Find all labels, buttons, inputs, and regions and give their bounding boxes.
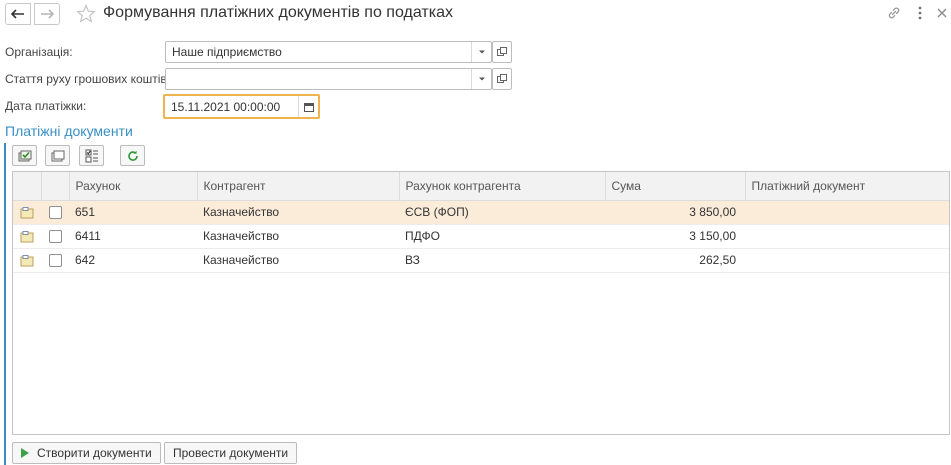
cash-flow-open-button[interactable]	[492, 68, 512, 90]
column-header-icon	[13, 172, 42, 201]
arrow-right-icon	[41, 9, 54, 19]
cell-counterparty: Казначейство	[197, 248, 399, 273]
arrow-left-icon	[11, 9, 24, 19]
table-row[interactable]: 651 Казначейство ЄСВ (ФОП) 3 850,00	[13, 200, 949, 225]
table-row[interactable]: 6411 Казначейство ПДФО 3 150,00	[13, 224, 949, 249]
document-icon	[20, 254, 34, 267]
chevron-down-icon	[478, 77, 485, 81]
document-icon	[20, 206, 34, 219]
refresh-button[interactable]	[120, 145, 145, 166]
open-form-icon	[497, 74, 507, 83]
cell-amount: 3 850,00	[605, 200, 745, 225]
more-actions-icon[interactable]	[917, 5, 923, 24]
row-checkbox[interactable]	[48, 206, 62, 220]
create-documents-button[interactable]: Створити документи	[12, 442, 161, 464]
row-icon-cell	[13, 200, 41, 225]
column-header-counterparty[interactable]: Контрагент	[197, 172, 400, 201]
organization-label: Організація:	[5, 45, 73, 59]
cash-flow-input[interactable]	[166, 69, 491, 89]
close-icon[interactable]	[936, 5, 948, 24]
cash-flow-label: Стаття руху грошових коштів:	[5, 72, 171, 86]
cash-flow-field[interactable]	[165, 68, 492, 90]
favorite-star-icon[interactable]	[75, 3, 97, 27]
post-documents-button[interactable]: Провести документи	[164, 442, 298, 464]
uncheck-all-icon	[51, 150, 64, 161]
document-icon	[20, 230, 34, 243]
column-header-check	[41, 172, 70, 201]
chevron-down-icon	[478, 50, 485, 54]
open-form-icon	[497, 47, 507, 56]
table-header-row: Рахунок Контрагент Рахунок контрагента С…	[13, 172, 949, 201]
row-checkbox-cell[interactable]	[41, 224, 69, 249]
create-documents-label: Створити документи	[37, 446, 152, 460]
cell-payment-doc	[745, 200, 949, 225]
cell-counterparty: Казначейство	[197, 200, 399, 225]
cell-counterparty: Казначейство	[197, 224, 399, 249]
check-all-icon	[18, 150, 31, 161]
row-icon-cell	[13, 248, 41, 273]
cell-amount: 3 150,00	[605, 224, 745, 249]
row-checkbox-cell[interactable]	[41, 248, 69, 273]
cell-account: 642	[69, 248, 197, 273]
back-button[interactable]	[5, 3, 31, 25]
column-header-counterparty-account[interactable]: Рахунок контрагента	[399, 172, 606, 201]
cash-flow-dropdown-button[interactable]	[471, 69, 491, 89]
calendar-button[interactable]	[298, 96, 318, 117]
window-title: Формування платіжних документів по подат…	[103, 4, 453, 21]
payment-documents-table[interactable]: Рахунок Контрагент Рахунок контрагента С…	[12, 171, 950, 435]
row-checkbox[interactable]	[48, 254, 62, 268]
cell-account: 6411	[69, 224, 197, 249]
table-row[interactable]: 642 Казначейство ВЗ 262,50	[13, 248, 949, 273]
cell-account: 651	[69, 200, 197, 225]
payment-date-input[interactable]	[165, 96, 318, 117]
cell-payment-doc	[745, 248, 949, 273]
column-header-account[interactable]: Рахунок	[69, 172, 198, 201]
organization-dropdown-button[interactable]	[471, 42, 491, 62]
section-accent-bar	[4, 143, 6, 465]
row-icon-cell	[13, 224, 41, 249]
organization-open-button[interactable]	[492, 41, 512, 63]
forward-button[interactable]	[34, 3, 60, 25]
checklist-icon	[85, 149, 98, 162]
calendar-icon	[303, 102, 314, 112]
cell-counterparty-account: ПДФО	[399, 224, 605, 249]
payment-date-label: Дата платіжки:	[5, 99, 87, 113]
payment-date-field[interactable]	[163, 94, 320, 119]
section-title: Платіжні документи	[5, 123, 133, 139]
refresh-icon	[127, 150, 138, 161]
cell-amount: 262,50	[605, 248, 745, 273]
column-header-payment-doc[interactable]: Платіжний документ	[745, 172, 949, 201]
organization-input[interactable]	[166, 42, 491, 62]
row-checkbox-cell[interactable]	[41, 200, 69, 225]
cell-counterparty-account: ЄСВ (ФОП)	[399, 200, 605, 225]
post-documents-label: Провести документи	[173, 446, 289, 460]
uncheck-all-button[interactable]	[45, 145, 70, 166]
organization-field[interactable]	[165, 41, 492, 63]
cell-payment-doc	[745, 224, 949, 249]
check-all-button[interactable]	[12, 145, 37, 166]
column-header-amount[interactable]: Сума	[605, 172, 746, 201]
cell-counterparty-account: ВЗ	[399, 248, 605, 273]
invert-selection-button[interactable]	[79, 145, 104, 166]
link-icon[interactable]	[886, 5, 902, 24]
play-icon	[21, 448, 29, 458]
row-checkbox[interactable]	[48, 230, 62, 244]
